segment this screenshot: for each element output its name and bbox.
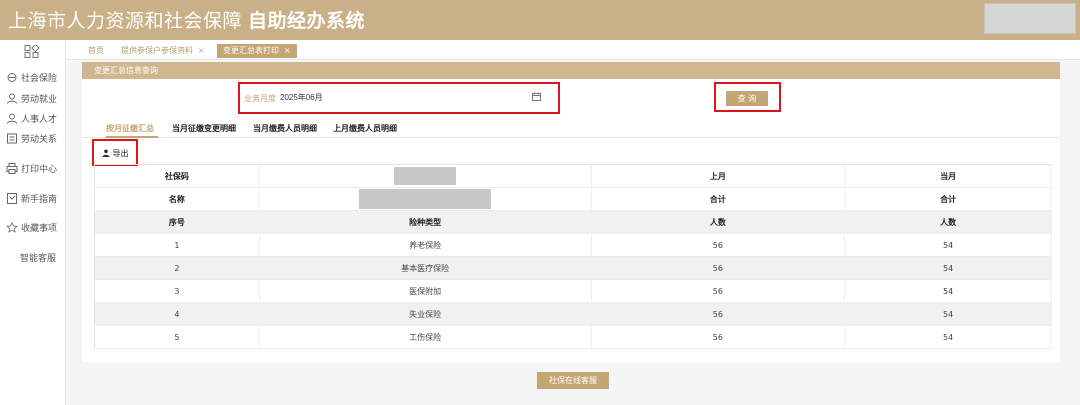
tab-bar: 首页 提供参保户参保资料 × 变更汇总表打印 × — [66, 40, 1080, 60]
table-cell: 当月 — [844, 164, 1052, 188]
sidebar-item-relations[interactable]: 劳动关系 — [6, 132, 57, 145]
table-cell: 养老保险 — [259, 233, 592, 257]
month-input[interactable] — [280, 89, 552, 107]
table-cell: 合计 — [844, 187, 1052, 211]
tab-home[interactable]: 首页 — [88, 44, 104, 58]
subtab-active-indicator — [106, 136, 158, 138]
grid-menu-icon[interactable] — [24, 45, 40, 58]
table-cell: 名称 — [94, 187, 260, 211]
table-cell: 54 — [844, 302, 1052, 326]
close-icon[interactable]: × — [198, 46, 205, 55]
table-cell: 工伤保险 — [259, 325, 592, 349]
table-cell: 56 — [591, 233, 846, 257]
table-cell: 合计 — [591, 187, 846, 211]
online-service-button[interactable]: 社保在线客服 — [537, 372, 609, 389]
sidebar-item-label: 新手指南 — [21, 195, 58, 205]
app-title: 上海市人力资源和社会保障 自助经办系统 — [8, 6, 365, 33]
table-row: 4 失业保险 56 54 — [94, 302, 1052, 326]
table-header-row: 序号 险种类型 人数 人数 — [94, 210, 1052, 234]
tab-provide-insurance-data[interactable]: 提供参保户参保资料 × — [121, 44, 205, 58]
table-cell: 1 — [94, 233, 260, 257]
table-cell: 56 — [591, 256, 846, 280]
panel-title: 变更汇总信息查询 — [82, 62, 1060, 79]
star-icon — [6, 222, 18, 233]
sidebar-item-label: 劳动就业 — [21, 95, 58, 105]
sidebar-item-insurance[interactable]: 社会保险 — [6, 71, 57, 84]
query-button[interactable]: 查 询 — [726, 91, 768, 106]
table-cell: 社保码 — [94, 164, 260, 188]
sidebar-item-label: 人事人才 — [21, 115, 58, 125]
table-cell: 3 — [94, 279, 260, 303]
table-row: 5 工伤保险 56 54 — [94, 325, 1052, 349]
talent-icon — [7, 113, 17, 124]
table-header-cell: 人数 — [844, 210, 1052, 234]
table-info-row: 社保码 上月 当月 — [94, 164, 1052, 188]
tab-label: 提供参保户参保资料 — [121, 46, 193, 55]
subtab-previous-payers[interactable]: 上月缴费人员明细 — [333, 123, 397, 134]
table-cell: 医保附加 — [259, 279, 592, 303]
sidebar-item-label: 智能客服 — [20, 254, 57, 264]
main-panel: 变更汇总信息查询 业务月度 查 询 按月征缴汇总 当月征缴变更明细 当月缴费人员… — [82, 62, 1060, 362]
insurance-icon — [7, 73, 17, 82]
table-cell: 54 — [844, 325, 1052, 349]
table-header-cell: 人数 — [591, 210, 846, 234]
sidebar-item-label: 收藏事项 — [21, 224, 58, 234]
table-info-row: 名称 合计 合计 — [94, 187, 1052, 211]
export-user-icon — [102, 149, 110, 157]
sidebar-item-talent[interactable]: 人事人才 — [6, 112, 57, 125]
table-cell: 56 — [591, 279, 846, 303]
sidebar-item-label: 社会保险 — [21, 74, 58, 84]
user-info-box[interactable] — [984, 3, 1076, 34]
subtab-monthly-changes[interactable]: 当月征缴变更明细 — [172, 123, 236, 134]
table-cell: 失业保险 — [259, 302, 592, 326]
summary-table: 社保码 上月 当月 名称 合计 合计 序号 险种类型 人数 人数 1 养老保险 … — [94, 164, 1052, 349]
subtab-current-payers[interactable]: 当月缴费人员明细 — [253, 123, 317, 134]
table-cell: 2 — [94, 256, 260, 280]
sidebar-item-employment[interactable]: 劳动就业 — [6, 92, 57, 105]
month-label: 业务月度 — [244, 94, 276, 103]
sidebar: 社会保险 劳动就业 人事人才 劳动关系 打印中心 新手指南 收藏事项 智能客服 — [0, 40, 66, 405]
table-cell: 56 — [591, 302, 846, 326]
table-cell: 4 — [94, 302, 260, 326]
table-cell: 56 — [591, 325, 846, 349]
sidebar-item-print-center[interactable]: 打印中心 — [6, 162, 57, 175]
table-row: 1 养老保险 56 54 — [94, 233, 1052, 257]
table-row: 2 基本医疗保险 56 54 — [94, 256, 1052, 280]
sidebar-item-smart-service[interactable]: 智能客服 — [20, 251, 56, 264]
app-header: 上海市人力资源和社会保障 自助经办系统 — [0, 0, 1080, 40]
sidebar-item-guide[interactable]: 新手指南 — [6, 192, 57, 205]
sidebar-item-label: 劳动关系 — [21, 135, 58, 145]
table-cell: 5 — [94, 325, 260, 349]
app-title-bold: 自助经办系统 — [248, 10, 366, 32]
redacted-name — [359, 189, 492, 209]
guide-icon — [7, 193, 17, 204]
table-cell — [259, 187, 592, 211]
table-cell: 基本医疗保险 — [259, 256, 592, 280]
table-cell: 54 — [844, 279, 1052, 303]
redacted-social-code — [394, 167, 457, 185]
export-button[interactable]: 导出 — [102, 148, 129, 159]
table-row: 3 医保附加 56 54 — [94, 279, 1052, 303]
close-icon[interactable]: × — [284, 46, 291, 55]
table-cell: 54 — [844, 233, 1052, 257]
table-cell: 54 — [844, 256, 1052, 280]
subtab-monthly-summary[interactable]: 按月征缴汇总 — [106, 123, 154, 134]
sidebar-item-label: 打印中心 — [21, 165, 58, 175]
table-header-cell: 险种类型 — [259, 210, 592, 234]
tab-label: 变更汇总表打印 — [223, 46, 279, 55]
tab-change-summary-print[interactable]: 变更汇总表打印 × — [217, 44, 297, 58]
relations-icon — [7, 133, 17, 144]
sidebar-item-favorites[interactable]: 收藏事项 — [6, 221, 57, 234]
calendar-icon[interactable] — [532, 92, 541, 101]
printer-icon — [6, 163, 18, 174]
subtab-divider — [82, 137, 1060, 138]
employment-icon — [7, 93, 17, 104]
export-label: 导出 — [112, 149, 129, 158]
table-cell — [259, 164, 592, 188]
app-title-main: 上海市人力资源和社会保障 — [8, 10, 243, 32]
table-header-cell: 序号 — [94, 210, 260, 234]
table-cell: 上月 — [591, 164, 846, 188]
tab-label: 首页 — [88, 46, 104, 55]
